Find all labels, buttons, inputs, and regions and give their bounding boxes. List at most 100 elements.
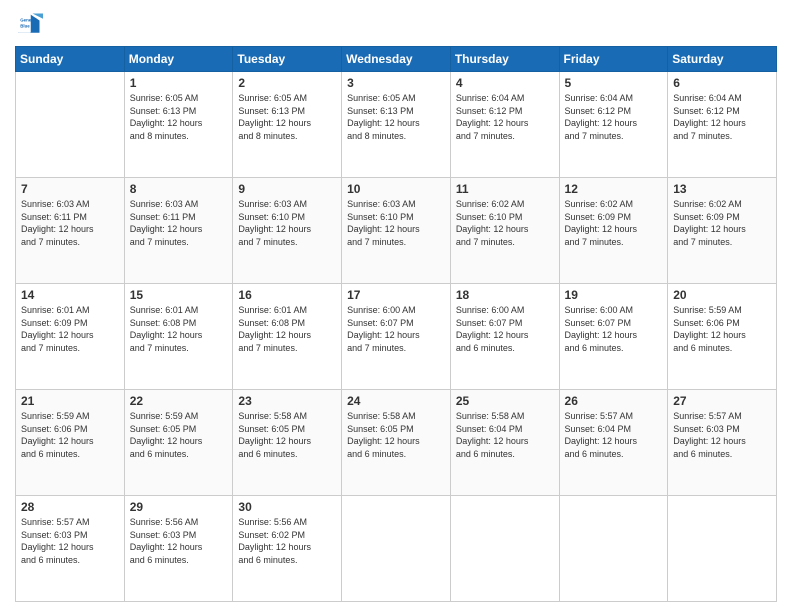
day-info: Sunrise: 5:58 AM Sunset: 6:04 PM Dayligh… [456, 410, 554, 460]
day-number: 25 [456, 394, 554, 408]
day-number: 11 [456, 182, 554, 196]
calendar-cell: 15Sunrise: 6:01 AM Sunset: 6:08 PM Dayli… [124, 284, 233, 390]
calendar-cell: 22 Sunrise: 5:59 AM Sunset: 6:05 PM Dayli… [124, 390, 233, 496]
day-info: Sunrise: 6:04 AM Sunset: 6:12 PM Dayligh… [565, 92, 663, 142]
col-wednesday: Wednesday [342, 47, 451, 72]
calendar-week-4: 21Sunrise: 5:59 AM Sunset: 6:06 PM Dayli… [16, 390, 777, 496]
day-info: Sunrise: 5:59 AM Sunset: 6:05 PM Dayligh… [130, 410, 228, 460]
calendar-cell: 26 Sunrise: 5:57 AM Sunset: 6:04 PM Dayli… [559, 390, 668, 496]
col-tuesday: Tuesday [233, 47, 342, 72]
col-monday: Monday [124, 47, 233, 72]
day-number: 22 [130, 394, 228, 408]
day-info: Sunrise: 6:03 AM Sunset: 6:11 PM Dayligh… [130, 198, 228, 248]
calendar-body: 1 Sunrise: 6:05 AM Sunset: 6:13 PM Daylig… [16, 72, 777, 602]
calendar-cell: 25 Sunrise: 5:58 AM Sunset: 6:04 PM Dayli… [450, 390, 559, 496]
calendar-cell: 24 Sunrise: 5:58 AM Sunset: 6:05 PM Dayli… [342, 390, 451, 496]
day-info: Sunrise: 6:01 AM Sunset: 6:09 PM Dayligh… [21, 304, 119, 354]
calendar-cell: 6 Sunrise: 6:04 AM Sunset: 6:12 PM Daylig… [668, 72, 777, 178]
day-number: 29 [130, 500, 228, 514]
calendar-cell [342, 496, 451, 602]
day-number: 10 [347, 182, 445, 196]
day-info: Sunrise: 6:04 AM Sunset: 6:12 PM Dayligh… [456, 92, 554, 142]
calendar-week-5: 28Sunrise: 5:57 AM Sunset: 6:03 PM Dayli… [16, 496, 777, 602]
day-number: 27 [673, 394, 771, 408]
day-info: Sunrise: 6:01 AM Sunset: 6:08 PM Dayligh… [130, 304, 228, 354]
calendar-cell: 14 Sunrise: 6:01 AM Sunset: 6:09 PM Dayli… [16, 284, 125, 390]
day-info: Sunrise: 6:00 AM Sunset: 6:07 PM Dayligh… [347, 304, 445, 354]
day-info: Sunrise: 5:56 AM Sunset: 6:03 PM Dayligh… [130, 516, 228, 566]
day-number: 23 [238, 394, 336, 408]
col-sunday: Sunday [16, 47, 125, 72]
day-info: Sunrise: 6:02 AM Sunset: 6:10 PM Dayligh… [456, 198, 554, 248]
day-number: 1 [130, 76, 228, 90]
calendar-week-3: 14 Sunrise: 6:01 AM Sunset: 6:09 PM Dayli… [16, 284, 777, 390]
calendar-header-row: Sunday Monday Tuesday Wednesday Thursday… [16, 47, 777, 72]
day-number: 30 [238, 500, 336, 514]
day-number: 2 [238, 76, 336, 90]
day-info: Sunrise: 6:03 AM Sunset: 6:10 PM Dayligh… [238, 198, 336, 248]
svg-text:General: General [20, 17, 36, 22]
day-number: 16 [238, 288, 336, 302]
day-number: 18 [456, 288, 554, 302]
calendar-cell: 2 Sunrise: 6:05 AM Sunset: 6:13 PM Daylig… [233, 72, 342, 178]
day-number: 4 [456, 76, 554, 90]
day-info: Sunrise: 5:57 AM Sunset: 6:03 PM Dayligh… [673, 410, 771, 460]
calendar-cell: 9 Sunrise: 6:03 AM Sunset: 6:10 PM Daylig… [233, 178, 342, 284]
calendar-week-1: 1 Sunrise: 6:05 AM Sunset: 6:13 PM Daylig… [16, 72, 777, 178]
day-number: 20 [673, 288, 771, 302]
calendar-cell: 18 Sunrise: 6:00 AM Sunset: 6:07 PM Dayli… [450, 284, 559, 390]
day-info: Sunrise: 5:56 AM Sunset: 6:02 PM Dayligh… [238, 516, 336, 566]
calendar-cell: 13 Sunrise: 6:02 AM Sunset: 6:09 PM Dayli… [668, 178, 777, 284]
day-info: Sunrise: 6:00 AM Sunset: 6:07 PM Dayligh… [456, 304, 554, 354]
day-info: Sunrise: 5:58 AM Sunset: 6:05 PM Dayligh… [347, 410, 445, 460]
day-info: Sunrise: 6:01 AM Sunset: 6:08 PM Dayligh… [238, 304, 336, 354]
day-info: Sunrise: 6:00 AM Sunset: 6:07 PM Dayligh… [565, 304, 663, 354]
calendar-cell: 12Sunrise: 6:02 AM Sunset: 6:09 PM Dayli… [559, 178, 668, 284]
day-info: Sunrise: 6:05 AM Sunset: 6:13 PM Dayligh… [130, 92, 228, 142]
calendar-cell [16, 72, 125, 178]
day-info: Sunrise: 5:59 AM Sunset: 6:06 PM Dayligh… [21, 410, 119, 460]
day-info: Sunrise: 6:04 AM Sunset: 6:12 PM Dayligh… [673, 92, 771, 142]
calendar-cell: 11 Sunrise: 6:02 AM Sunset: 6:10 PM Dayli… [450, 178, 559, 284]
calendar-cell [668, 496, 777, 602]
day-info: Sunrise: 5:59 AM Sunset: 6:06 PM Dayligh… [673, 304, 771, 354]
day-number: 14 [21, 288, 119, 302]
day-number: 5 [565, 76, 663, 90]
day-info: Sunrise: 5:57 AM Sunset: 6:03 PM Dayligh… [21, 516, 119, 566]
day-info: Sunrise: 6:05 AM Sunset: 6:13 PM Dayligh… [238, 92, 336, 142]
day-number: 17 [347, 288, 445, 302]
calendar-cell: 3Sunrise: 6:05 AM Sunset: 6:13 PM Daylig… [342, 72, 451, 178]
col-saturday: Saturday [668, 47, 777, 72]
day-info: Sunrise: 5:58 AM Sunset: 6:05 PM Dayligh… [238, 410, 336, 460]
calendar-cell: 19Sunrise: 6:00 AM Sunset: 6:07 PM Dayli… [559, 284, 668, 390]
day-number: 6 [673, 76, 771, 90]
day-number: 13 [673, 182, 771, 196]
day-info: Sunrise: 5:57 AM Sunset: 6:04 PM Dayligh… [565, 410, 663, 460]
calendar-cell: 8Sunrise: 6:03 AM Sunset: 6:11 PM Daylig… [124, 178, 233, 284]
day-number: 26 [565, 394, 663, 408]
calendar-cell: 29 Sunrise: 5:56 AM Sunset: 6:03 PM Dayli… [124, 496, 233, 602]
day-number: 24 [347, 394, 445, 408]
day-info: Sunrise: 6:02 AM Sunset: 6:09 PM Dayligh… [565, 198, 663, 248]
header: General Blue [15, 10, 777, 38]
calendar-cell: 10 Sunrise: 6:03 AM Sunset: 6:10 PM Dayli… [342, 178, 451, 284]
calendar-cell [450, 496, 559, 602]
calendar-cell: 23 Sunrise: 5:58 AM Sunset: 6:05 PM Dayli… [233, 390, 342, 496]
day-info: Sunrise: 6:03 AM Sunset: 6:11 PM Dayligh… [21, 198, 119, 248]
calendar-cell: 20 Sunrise: 5:59 AM Sunset: 6:06 PM Dayli… [668, 284, 777, 390]
calendar-cell: 1 Sunrise: 6:05 AM Sunset: 6:13 PM Daylig… [124, 72, 233, 178]
day-number: 9 [238, 182, 336, 196]
calendar-table: Sunday Monday Tuesday Wednesday Thursday… [15, 46, 777, 602]
calendar-week-2: 7Sunrise: 6:03 AM Sunset: 6:11 PM Daylig… [16, 178, 777, 284]
calendar-cell [559, 496, 668, 602]
day-number: 3 [347, 76, 445, 90]
calendar-cell: 28Sunrise: 5:57 AM Sunset: 6:03 PM Dayli… [16, 496, 125, 602]
calendar-cell: 17 Sunrise: 6:00 AM Sunset: 6:07 PM Dayli… [342, 284, 451, 390]
day-info: Sunrise: 6:02 AM Sunset: 6:09 PM Dayligh… [673, 198, 771, 248]
day-info: Sunrise: 6:03 AM Sunset: 6:10 PM Dayligh… [347, 198, 445, 248]
svg-text:Blue: Blue [20, 24, 30, 29]
calendar-cell: 4 Sunrise: 6:04 AM Sunset: 6:12 PM Daylig… [450, 72, 559, 178]
calendar-cell: 16 Sunrise: 6:01 AM Sunset: 6:08 PM Dayli… [233, 284, 342, 390]
col-thursday: Thursday [450, 47, 559, 72]
calendar-cell: 7Sunrise: 6:03 AM Sunset: 6:11 PM Daylig… [16, 178, 125, 284]
